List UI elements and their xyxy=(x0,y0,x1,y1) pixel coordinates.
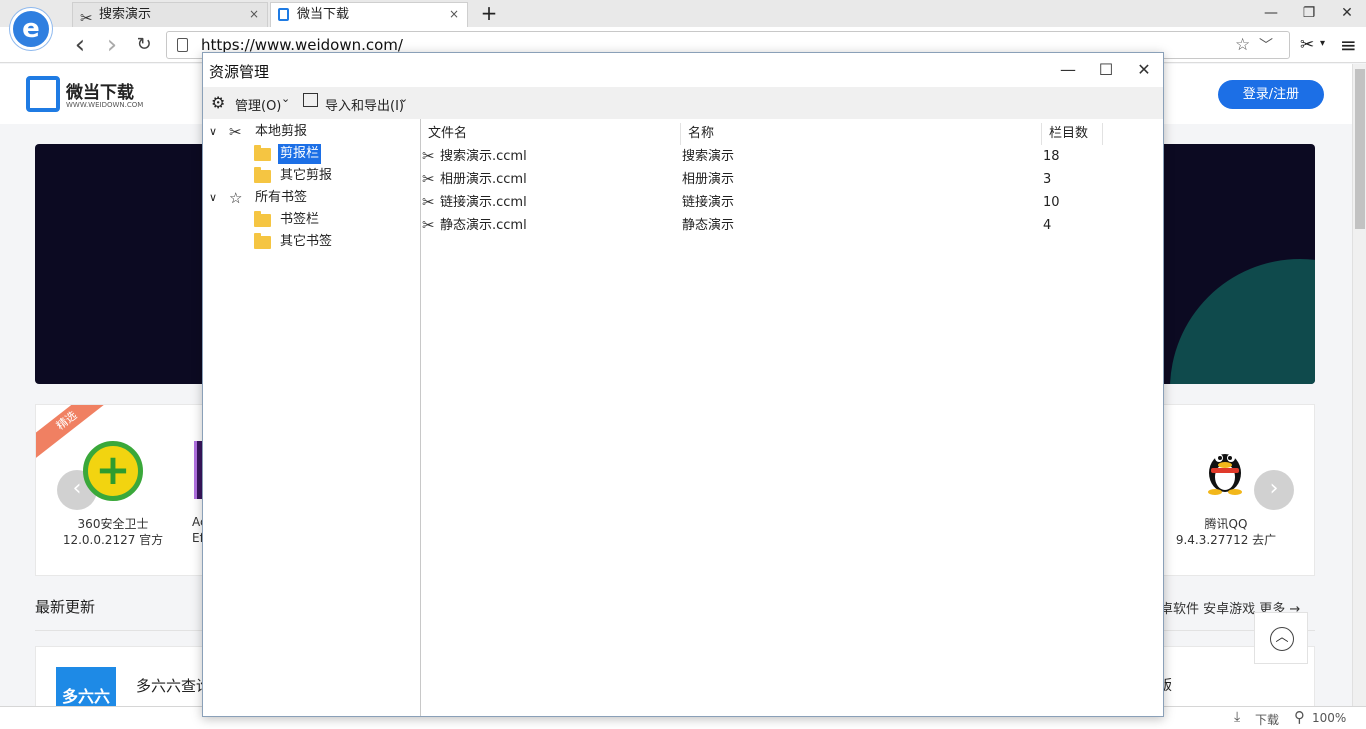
file-name: 相册演示.ccml xyxy=(440,172,527,187)
app-name[interactable]: 多六六查询 xyxy=(136,675,211,696)
scrollbar-thumb[interactable] xyxy=(1355,69,1365,229)
app-version: 12.0.0.2127 官方 xyxy=(62,533,164,547)
chevron-down-icon[interactable]: ∨ xyxy=(209,121,217,143)
latest-section-title: 最新更新 xyxy=(35,598,96,616)
tree-node-all-bookmarks[interactable]: 所有书签 xyxy=(255,187,307,209)
carousel-next-button[interactable]: › xyxy=(1254,470,1294,510)
chevron-down-icon[interactable]: ﹀ xyxy=(1259,35,1273,55)
tree-node-other-bookmarks[interactable]: 其它书签 xyxy=(280,231,332,253)
tree-node-bookmark-bar[interactable]: 书签栏 xyxy=(280,209,319,231)
table-row[interactable]: ✂ 静态演示.ccml 静态演示 4 xyxy=(422,214,1163,237)
tree-node-local-clips[interactable]: 本地剪报 xyxy=(255,121,307,143)
folder-icon xyxy=(254,233,271,249)
column-header-name[interactable]: 名称 xyxy=(682,123,1042,145)
scissors-icon: ✂ xyxy=(422,170,435,188)
tab-close-icon[interactable]: × xyxy=(449,3,459,26)
tree-node-clip-bar[interactable]: 剪报栏 xyxy=(278,144,322,164)
app-version: 9.4.3.27712 去广 xyxy=(1175,533,1277,547)
column-count: 4 xyxy=(1043,218,1052,233)
dialog-close-button[interactable]: ✕ xyxy=(1125,55,1163,85)
app-name[interactable]: 腾讯QQ xyxy=(1171,515,1281,532)
clip-name: 搜索演示 xyxy=(682,149,735,164)
zoom-level[interactable]: 100% xyxy=(1312,711,1346,725)
chevron-down-icon[interactable]: ∨ xyxy=(209,187,217,209)
column-count: 18 xyxy=(1043,149,1060,164)
back-button[interactable]: ‹ xyxy=(68,32,92,58)
tab-search-demo[interactable]: ✂ 搜索演示 × xyxy=(72,2,268,27)
file-name: 链接演示.ccml xyxy=(440,195,527,210)
scissors-icon: ✂ xyxy=(422,193,435,211)
resource-manager-dialog: 资源管理 — ☐ ✕ ⚙ 管理(O) ⌄ 导入和导出(I) ⌄ ∨ ✂ 本地剪报… xyxy=(202,52,1164,717)
download-label[interactable]: 下载 xyxy=(1255,711,1279,728)
qq-penguin-icon[interactable] xyxy=(1203,443,1247,495)
folder-icon xyxy=(254,167,271,183)
site-domain: WWW.WEIDOWN.COM xyxy=(66,101,144,109)
folder-icon xyxy=(254,145,271,161)
table-row[interactable]: ✂ 相册演示.ccml 相册演示 3 xyxy=(422,168,1163,191)
scissors-icon: ✂ xyxy=(422,216,435,234)
chevron-down-icon[interactable]: ⌄ xyxy=(281,92,290,105)
scissors-icon[interactable]: ✂ xyxy=(1300,35,1314,55)
dialog-title: 资源管理 xyxy=(209,63,270,81)
gear-icon: ⚙ xyxy=(211,93,226,112)
scissors-icon: ✂ xyxy=(422,147,435,165)
refresh-button[interactable]: ↻ xyxy=(132,34,156,58)
file-name: 搜索演示.ccml xyxy=(440,149,527,164)
star-icon: ☆ xyxy=(229,189,243,207)
tab-weidown[interactable]: 微当下载 × xyxy=(270,2,468,27)
close-window-button[interactable]: ✕ xyxy=(1332,3,1362,23)
app-icon[interactable] xyxy=(194,441,202,499)
site-logo[interactable] xyxy=(26,76,60,112)
chevron-down-icon[interactable]: ⌄ xyxy=(399,92,408,105)
app-name[interactable]: 360安全卫士 xyxy=(58,515,168,532)
column-count: 10 xyxy=(1043,195,1060,210)
new-tab-button[interactable]: + xyxy=(480,2,498,24)
site-name[interactable]: 微当下载 xyxy=(66,78,134,103)
dialog-maximize-button[interactable]: ☐ xyxy=(1087,55,1125,85)
weidown-icon xyxy=(278,8,289,21)
restore-button[interactable]: ❐ xyxy=(1294,3,1324,23)
chevron-up-icon: ︿ xyxy=(1270,627,1294,651)
file-name: 静态演示.ccml xyxy=(440,218,527,233)
app-icon[interactable]: 多六六 xyxy=(56,667,116,706)
column-header-count[interactable]: 栏目数 xyxy=(1043,123,1103,145)
login-button[interactable]: 登录/注册 xyxy=(1218,80,1324,109)
forward-button[interactable]: › xyxy=(100,32,124,58)
browser-logo: e xyxy=(10,8,52,50)
scissors-icon: ✂ xyxy=(229,123,242,141)
vertical-scrollbar[interactable] xyxy=(1352,64,1366,706)
dialog-toolbar: ⚙ 管理(O) ⌄ 导入和导出(I) ⌄ xyxy=(203,87,1163,119)
zoom-icon[interactable]: ⚲ xyxy=(1294,708,1305,726)
import-export-menu[interactable]: 导入和导出(I) xyxy=(325,95,404,114)
menu-icon[interactable]: ≡ xyxy=(1340,33,1357,57)
tab-label: 微当下载 xyxy=(297,7,350,22)
dialog-minimize-button[interactable]: — xyxy=(1049,55,1087,85)
clip-name: 链接演示 xyxy=(682,195,735,210)
table-row[interactable]: ✂ 搜索演示.ccml 搜索演示 18 xyxy=(422,145,1163,168)
table-row[interactable]: ✂ 链接演示.ccml 链接演示 10 xyxy=(422,191,1163,214)
import-export-icon xyxy=(303,93,318,107)
folder-tree: ∨ ✂ 本地剪报 剪报栏 其它剪报 ∨ ☆ 所有书签 书签栏 其它书签 xyxy=(203,119,421,716)
column-count: 3 xyxy=(1043,172,1052,187)
folder-icon xyxy=(254,211,271,227)
clip-name: 相册演示 xyxy=(682,172,735,187)
chevron-down-icon[interactable]: ▾ xyxy=(1320,38,1325,49)
download-icon[interactable]: ⤓ xyxy=(1234,709,1240,725)
tab-close-icon[interactable]: × xyxy=(249,3,259,26)
banner-decoration xyxy=(1170,259,1315,384)
page-icon xyxy=(177,38,188,52)
minimize-button[interactable]: — xyxy=(1256,3,1286,23)
scissors-icon: ✂ xyxy=(80,9,93,27)
clip-name: 静态演示 xyxy=(682,218,735,233)
app-360-icon[interactable]: + xyxy=(83,441,143,501)
tree-node-other-clips[interactable]: 其它剪报 xyxy=(280,165,332,187)
scroll-to-top-button[interactable]: ︿ xyxy=(1254,612,1308,664)
file-list: 文件名 名称 栏目数 ✂ 搜索演示.ccml 搜索演示 18 ✂ 相册演示.cc… xyxy=(422,119,1163,716)
manage-menu[interactable]: 管理(O) xyxy=(235,95,281,114)
dialog-titlebar[interactable]: 资源管理 — ☐ ✕ xyxy=(203,53,1163,87)
star-icon[interactable]: ☆ xyxy=(1235,35,1250,55)
column-header-filename[interactable]: 文件名 xyxy=(422,123,681,145)
tab-label: 搜索演示 xyxy=(99,7,152,22)
